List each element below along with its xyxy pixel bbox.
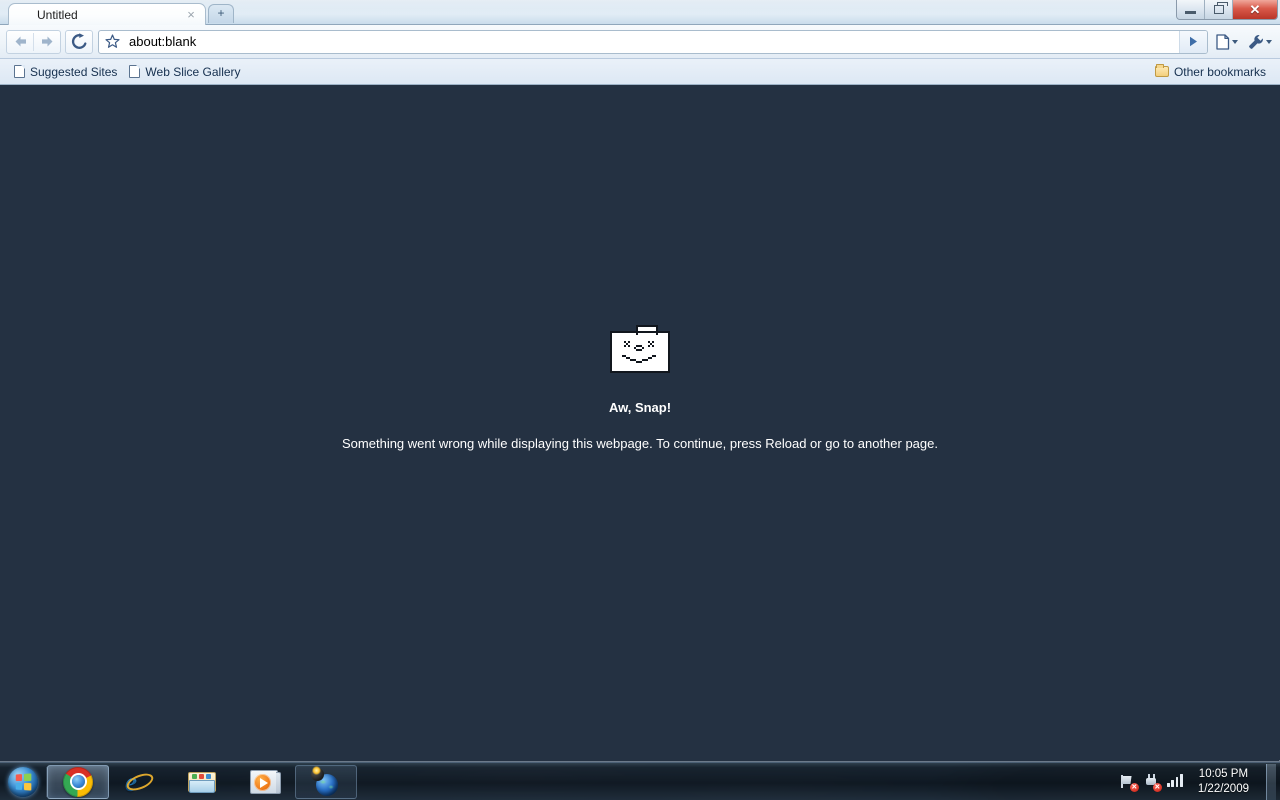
close-button[interactable]: ✕ [1233,0,1277,19]
url-text[interactable]: about:blank [125,34,1179,49]
signal-bars-icon[interactable] [1166,773,1183,790]
wrench-menu-button[interactable] [1246,30,1274,54]
tab-close-icon[interactable]: × [183,7,199,23]
show-desktop-button[interactable] [1266,763,1276,800]
other-bookmarks-folder[interactable]: Other bookmarks [1149,63,1272,81]
bookmark-label: Suggested Sites [30,64,118,79]
close-icon: ✕ [1249,2,1261,17]
bookmark-star-icon[interactable] [99,31,125,53]
document-icon [129,65,141,78]
taskbar-item-internet-explorer[interactable]: e [109,765,171,799]
omnibox[interactable]: about:blank [98,29,1208,54]
start-button[interactable] [0,764,46,800]
reload-button[interactable] [65,29,93,54]
go-button[interactable] [1179,30,1207,53]
taskbar-item-windows-media-player[interactable] [233,765,295,799]
folder-icon [1154,64,1169,77]
system-tray: ✕ ✕ 10:05 PM 1/22/2009 [1120,763,1280,800]
forward-arrow-icon [41,36,52,47]
media-player-icon [250,769,281,794]
page-icon [1216,33,1230,50]
bookmarks-bar: Suggested Sites Web Slice Gallery Other … [0,59,1280,85]
taskbar-item-bomb-globe[interactable] [295,764,357,799]
page-message: Something went wrong while displaying th… [342,436,938,451]
new-tab-button[interactable]: + [208,4,234,23]
page-menu-button[interactable] [1213,30,1241,54]
network-error-icon[interactable]: ✕ [1120,774,1139,792]
wrench-icon [1249,34,1263,49]
browser-window: Untitled × + ✕ about:blank Suggested Sit… [0,0,1280,762]
restore-button[interactable] [1205,0,1233,19]
go-arrow-icon [1190,36,1197,47]
taskbar-item-windows-explorer[interactable] [171,765,233,799]
chevron-down-icon [1232,39,1238,44]
sad-folder-icon [610,325,670,373]
explorer-folder-icon [187,770,217,794]
browser-tab[interactable]: Untitled × [8,3,206,25]
clock[interactable]: 10:05 PM 1/22/2009 [1190,767,1257,797]
back-arrow-icon [15,36,26,47]
clock-time: 10:05 PM [1198,767,1249,780]
clock-date: 1/22/2009 [1197,782,1249,795]
tab-strip: Untitled × + ✕ [0,0,1280,25]
page-title: Aw, Snap! [608,400,672,415]
internet-explorer-icon: e [124,767,156,797]
back-button[interactable] [7,30,33,54]
browser-toolbar: about:blank [0,25,1280,59]
document-icon [14,65,25,78]
forward-button[interactable] [34,30,60,54]
taskbar-item-google-chrome[interactable] [47,764,109,799]
chevron-down-icon [1266,39,1272,44]
navigation-button-group [6,29,61,54]
unplugged-icon[interactable]: ✕ [1144,773,1162,792]
minimize-button[interactable] [1177,0,1205,19]
tab-title: Untitled [37,7,78,22]
bookmark-web-slice-gallery[interactable]: Web Slice Gallery [123,63,246,81]
window-controls: ✕ [1176,0,1278,20]
reload-icon [71,33,86,49]
taskbar: e ✕ ✕ 10:05 PM 1/22/2009 [0,762,1280,800]
page-content-area: Aw, Snap! Something went wrong while dis… [0,85,1280,760]
chrome-icon [63,766,93,797]
bomb-globe-icon [311,765,341,796]
bookmark-suggested-sites[interactable]: Suggested Sites [8,63,123,81]
windows-logo-icon [8,766,38,797]
bookmark-label: Web Slice Gallery [145,64,241,79]
other-bookmarks-label: Other bookmarks [1173,64,1266,79]
minimize-icon [1185,11,1196,14]
restore-icon [1213,2,1228,14]
